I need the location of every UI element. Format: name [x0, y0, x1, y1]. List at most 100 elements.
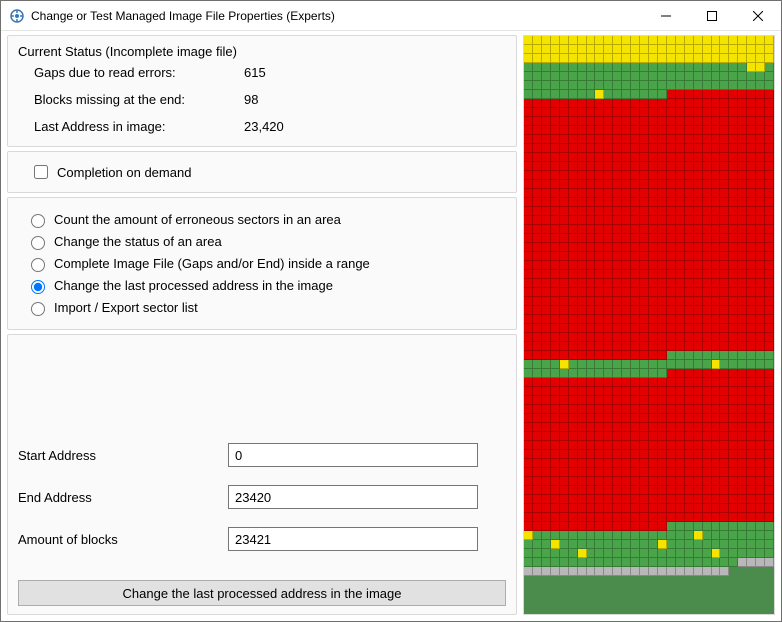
sector-cell	[560, 90, 569, 99]
sector-cell	[613, 306, 622, 315]
completion-checkbox[interactable]	[34, 165, 48, 179]
sector-cell	[667, 180, 676, 189]
sector-cell	[667, 90, 676, 99]
mode-complete-row[interactable]: Complete Image File (Gaps and/or End) in…	[26, 255, 506, 272]
sector-cell	[694, 225, 703, 234]
mode-import-export-row[interactable]: Import / Export sector list	[26, 299, 506, 316]
sector-cell	[658, 198, 667, 207]
minimize-button[interactable]	[643, 1, 689, 30]
sector-cell	[747, 297, 756, 306]
sector-cell	[533, 531, 542, 540]
mode-change-status-row[interactable]: Change the status of an area	[26, 233, 506, 250]
sector-cell	[604, 144, 613, 153]
start-address-input[interactable]	[228, 443, 478, 467]
sector-cell	[738, 378, 747, 387]
sector-cell	[533, 189, 542, 198]
sector-cell	[649, 45, 658, 54]
sector-cell	[542, 63, 551, 72]
mode-import-export-radio[interactable]	[31, 302, 45, 316]
sector-cell	[587, 108, 596, 117]
amount-input[interactable]	[228, 527, 478, 551]
sector-cell	[587, 504, 596, 513]
sector-cell	[613, 360, 622, 369]
sector-cell	[524, 333, 533, 342]
sector-cell	[658, 162, 667, 171]
sector-cell	[560, 171, 569, 180]
sector-cell	[595, 369, 604, 378]
completion-checkbox-row[interactable]: Completion on demand	[30, 162, 506, 182]
sector-cell	[631, 558, 640, 567]
sector-cell	[542, 306, 551, 315]
sector-cell	[551, 324, 560, 333]
sector-cell	[622, 288, 631, 297]
sector-cell	[667, 225, 676, 234]
sector-cell	[524, 531, 533, 540]
sector-cell	[622, 369, 631, 378]
sector-cell	[738, 207, 747, 216]
sector-cell	[676, 396, 685, 405]
mode-change-status-radio[interactable]	[31, 236, 45, 250]
sector-cell	[569, 135, 578, 144]
sector-cell	[712, 396, 721, 405]
sector-cell	[738, 540, 747, 549]
sector-cell	[756, 189, 765, 198]
sector-cell	[747, 360, 756, 369]
close-button[interactable]	[735, 1, 781, 30]
sector-cell	[676, 441, 685, 450]
sector-cell	[747, 117, 756, 126]
sector-cell	[578, 207, 587, 216]
sector-cell	[756, 108, 765, 117]
sector-cell	[658, 531, 667, 540]
sector-cell	[569, 513, 578, 522]
maximize-button[interactable]	[689, 1, 735, 30]
sector-cell	[685, 54, 694, 63]
sector-cell	[703, 279, 712, 288]
sector-cell	[640, 99, 649, 108]
sector-cell	[613, 396, 622, 405]
sector-cell	[595, 153, 604, 162]
sector-cell	[712, 144, 721, 153]
sector-cell	[560, 567, 569, 576]
sector-cell	[631, 234, 640, 243]
end-address-input[interactable]	[228, 485, 478, 509]
mode-change-last-row[interactable]: Change the last processed address in the…	[26, 277, 506, 294]
sector-cell	[738, 333, 747, 342]
sector-cell	[524, 207, 533, 216]
mode-count-radio[interactable]	[31, 214, 45, 228]
sector-cell	[720, 360, 729, 369]
sector-cell	[613, 162, 622, 171]
sector-cell	[578, 243, 587, 252]
change-last-processed-button[interactable]: Change the last processed address in the…	[18, 580, 506, 606]
sector-cell	[756, 279, 765, 288]
sector-cell	[685, 315, 694, 324]
sector-cell	[524, 198, 533, 207]
sector-cell	[747, 243, 756, 252]
sector-cell	[720, 315, 729, 324]
sector-cell	[533, 486, 542, 495]
sector-cell	[738, 99, 747, 108]
sector-cell	[524, 243, 533, 252]
sector-cell	[756, 135, 765, 144]
sector-cell	[542, 378, 551, 387]
sector-cell	[551, 90, 560, 99]
sector-cell	[738, 522, 747, 531]
mode-change-last-radio[interactable]	[31, 280, 45, 294]
sector-cell	[685, 441, 694, 450]
sector-cell	[712, 207, 721, 216]
sector-cell	[694, 252, 703, 261]
mode-count-row[interactable]: Count the amount of erroneous sectors in…	[26, 211, 506, 228]
sector-cell	[622, 144, 631, 153]
mode-complete-radio[interactable]	[31, 258, 45, 272]
sector-cell	[622, 225, 631, 234]
sector-cell	[649, 261, 658, 270]
sector-cell	[524, 486, 533, 495]
sector-cell	[720, 513, 729, 522]
sector-cell	[649, 468, 658, 477]
sector-cell	[703, 243, 712, 252]
sector-cell	[542, 405, 551, 414]
sector-cell	[640, 234, 649, 243]
sector-cell	[667, 252, 676, 261]
sector-cell	[595, 360, 604, 369]
sector-cell	[694, 315, 703, 324]
sector-cell	[631, 342, 640, 351]
